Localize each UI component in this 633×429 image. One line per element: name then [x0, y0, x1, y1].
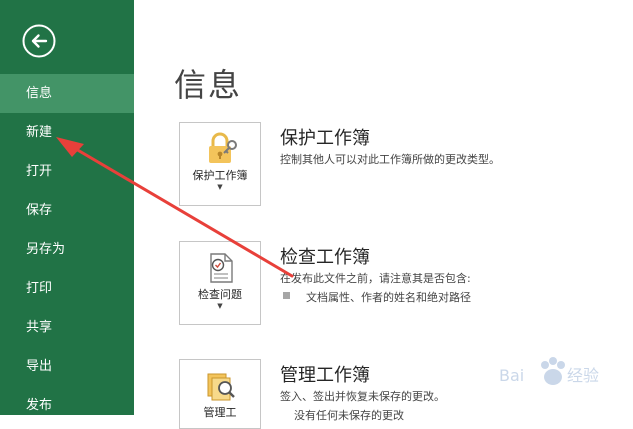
- sidebar-item-save-as[interactable]: 另存为: [0, 230, 134, 269]
- page-title: 信息: [174, 66, 243, 104]
- sidebar-item-share[interactable]: 共享: [0, 308, 134, 347]
- check-issues-button[interactable]: 检查问题 ▼: [179, 241, 261, 325]
- manage-versions-icon: [207, 373, 235, 401]
- check-issues-tile-label: 检查问题: [198, 288, 242, 301]
- sidebar-item-export[interactable]: 导出: [0, 347, 134, 386]
- manage-workbook-title: 管理工作簿: [280, 365, 370, 386]
- manage-workbook-button[interactable]: 管理工: [179, 359, 261, 429]
- chevron-down-icon: ▼: [217, 183, 223, 191]
- sidebar-item-publish[interactable]: 发布: [0, 386, 134, 425]
- chevron-down-icon: ▼: [217, 302, 223, 310]
- protect-workbook-tile-label: 保护工作簿: [192, 169, 248, 182]
- manage-bullet-text: 没有任何未保存的更改: [294, 409, 404, 422]
- sidebar-item-print[interactable]: 打印: [0, 269, 134, 308]
- watermark-text: 经验: [567, 366, 599, 385]
- baidu-watermark: Bai 经验: [499, 357, 599, 385]
- inspect-workbook-title: 检查工作簿: [280, 247, 370, 268]
- lock-key-icon: [209, 132, 237, 163]
- manage-workbook-desc: 签入、签出并恢复未保存的更改。: [280, 390, 445, 403]
- protect-workbook-desc: 控制其他人可以对此工作簿所做的更改类型。: [280, 153, 500, 166]
- baidu-logo-text: Bai: [499, 366, 524, 385]
- sidebar-item-save[interactable]: 保存: [0, 191, 134, 230]
- back-arrow-icon[interactable]: [22, 24, 56, 58]
- inspect-workbook-desc: 在发布此文件之前，请注意其是否包含:: [280, 272, 471, 285]
- bullet-marker: [283, 292, 290, 299]
- backstage-sidebar: 信息 新建 打开 保存 另存为 打印 共享 导出 发布: [0, 0, 134, 415]
- protect-workbook-title: 保护工作簿: [280, 128, 370, 149]
- inspect-bullet-text: 文档属性、作者的姓名和绝对路径: [306, 291, 471, 304]
- protect-workbook-button[interactable]: 保护工作簿 ▼: [179, 122, 261, 206]
- sidebar-item-open[interactable]: 打开: [0, 152, 134, 191]
- sidebar-item-new[interactable]: 新建: [0, 113, 134, 152]
- sidebar-item-info[interactable]: 信息: [0, 74, 134, 113]
- inspect-document-icon: [210, 253, 233, 283]
- manage-workbook-tile-label: 管理工: [203, 406, 237, 419]
- info-pane: 信息 保护工作簿 ▼ 保护工作簿 控制其他人可以对此工作簿所做的更改类型。 检查…: [134, 0, 633, 429]
